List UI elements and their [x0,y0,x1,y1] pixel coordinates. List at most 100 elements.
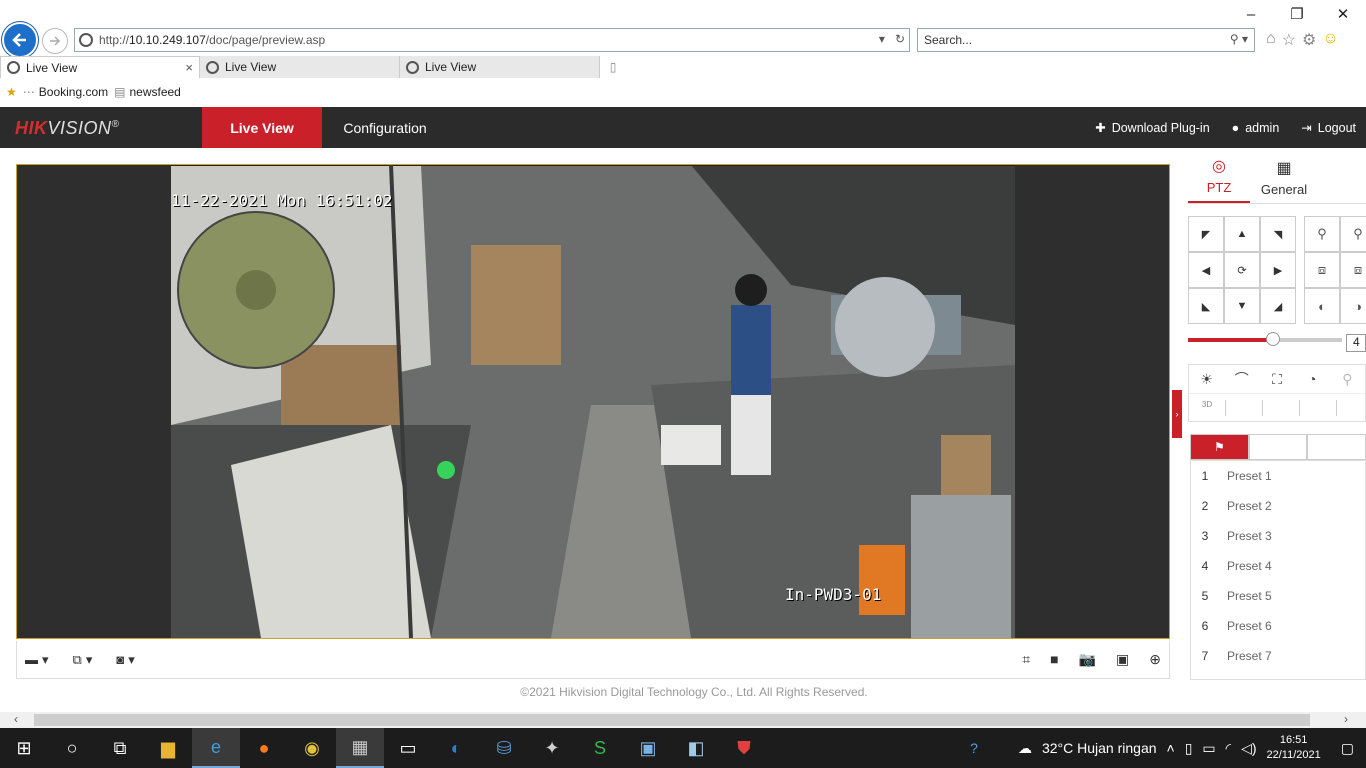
file-explorer-icon[interactable]: ▆ [144,728,192,768]
app-window-icon[interactable]: ▣ [624,728,672,768]
favorites-star-icon[interactable]: ☆ [1282,30,1296,50]
battery-icon[interactable]: ▭ [1202,740,1215,757]
weather-text[interactable]: 32°C Hujan ringan [1042,740,1157,756]
left-button[interactable]: ◀ [1188,252,1224,288]
preset-tab[interactable]: ⚑ [1190,434,1249,460]
wifi-icon[interactable]: ◜ [1226,740,1231,757]
patrol-tab[interactable] [1248,434,1308,460]
search-box[interactable]: Search... ⚲ ▾ [917,28,1255,52]
spreadsheet-app-icon[interactable]: S [576,728,624,768]
tab-live-view-2[interactable]: Live View [200,56,400,78]
close-button[interactable]: ✕ [1320,0,1366,28]
zoom-in-icon[interactable]: ⚲ [1340,216,1366,252]
notification-icon[interactable]: ▢ [1341,740,1354,757]
download-plugin-link[interactable]: ✚ Download Plug-in [1095,120,1209,136]
down-button[interactable]: ▼ [1224,288,1260,324]
logout-link[interactable]: ⇥ Logout [1301,120,1356,136]
remote-desktop-icon[interactable]: ⛁ [480,728,528,768]
capture-camera-icon[interactable]: 📷 [1079,651,1096,668]
manual-tracking-icon[interactable]: ⚲ [1330,371,1365,388]
preset-item[interactable]: 1 Preset 1 [1191,461,1365,491]
settings-gear-icon[interactable]: ⚙ [1302,30,1316,50]
nav-live-view[interactable]: Live View [202,107,322,148]
search-icon[interactable]: ⚲ ▾ [1230,32,1248,46]
chevron-up-icon[interactable]: ˄ [1167,740,1175,756]
chrome-icon[interactable]: ◉ [288,728,336,768]
focus-far-icon[interactable]: ⧈ [1340,252,1366,288]
pattern-tab[interactable] [1307,434,1366,460]
up-button[interactable]: ▲ [1224,216,1260,252]
3d-positioning-icon[interactable]: 3D [1189,399,1226,416]
refresh-icon[interactable]: ↻ [895,32,905,46]
user-menu[interactable]: ● admin [1232,121,1280,135]
speed-slider-knob[interactable] [1265,332,1280,346]
preset-item[interactable]: 2 Preset 2 [1191,491,1365,521]
horizontal-scrollbar[interactable]: ‹ › [0,712,1366,728]
system-clock[interactable]: 16:51 22/11/2021 [1267,733,1321,763]
task-view-icon[interactable]: ⧉ [96,728,144,768]
device-icon[interactable]: ▯ [1185,740,1193,757]
scroll-left-icon[interactable]: ‹ [14,712,18,726]
stream-type-button[interactable]: ⧉ ▾ [73,652,93,668]
back-button[interactable] [2,22,38,58]
tab-general[interactable]: ▦ General [1250,150,1318,203]
volume-icon[interactable]: ◁) [1241,740,1256,757]
favorite-newsfeed[interactable]: ▤ newsfeed [114,85,181,99]
ptz-speed-slider[interactable] [1188,332,1342,346]
plugin-type-button[interactable]: ◙ ▾ [116,652,134,668]
terminal-icon[interactable]: ▭ [384,728,432,768]
stop-icon[interactable]: ■ [1050,651,1058,668]
preset-item[interactable]: 4 Preset 4 [1191,551,1365,581]
favorite-booking[interactable]: ⋯ Booking.com [23,85,108,99]
firefox-icon[interactable]: ● [240,728,288,768]
nav-configuration[interactable]: Configuration [330,107,440,148]
internet-explorer-icon[interactable]: e [192,728,240,768]
iris-open-icon[interactable]: ◑ [1340,288,1366,324]
wiper-icon[interactable]: ⌒ [1224,369,1259,389]
up-right-button[interactable]: ◥ [1260,216,1296,252]
digital-zoom-icon[interactable]: ⊕ [1149,651,1161,668]
restore-button[interactable]: ❐ [1274,0,1320,28]
address-bar[interactable]: http://10.10.249.107/doc/page/preview.as… [74,28,910,52]
up-left-button[interactable]: ◤ [1188,216,1224,252]
light-icon[interactable]: ☀ [1189,371,1224,388]
record-icon[interactable]: ▣ [1116,651,1129,668]
app-document-icon[interactable]: ◧ [672,728,720,768]
preset-item[interactable]: 5 Preset 5 [1191,581,1365,611]
app-shield-icon[interactable]: ⛊ [720,728,768,768]
lens-init-icon[interactable]: ◔ [1295,371,1330,387]
focus-near-icon[interactable]: ⧈ [1304,252,1340,288]
zoom-out-icon[interactable]: ⚲ [1304,216,1340,252]
start-windows-icon[interactable]: ⊞ [0,728,48,768]
feedback-smiley-icon[interactable]: ☺ [1322,30,1338,50]
dropdown-icon[interactable]: ▾ [879,32,885,46]
right-button[interactable]: ▶ [1260,252,1296,288]
tab-ptz[interactable]: ◎ PTZ [1188,150,1250,203]
preset-item[interactable]: 3 Preset 3 [1191,521,1365,551]
video-window[interactable]: 11-22-2021 Mon 16:51:02 In-PWD3-01 [16,164,1170,639]
crop-icon[interactable]: ⌗ [1022,651,1030,668]
satellite-app-icon[interactable]: ✦ [528,728,576,768]
iris-close-icon[interactable]: ◐ [1304,288,1340,324]
favorites-star-icon[interactable]: ★ [6,85,17,99]
minimize-button[interactable]: – [1228,0,1274,28]
auto-rotate-button[interactable]: ⟳ [1224,252,1260,288]
help-icon[interactable]: ? [970,740,978,756]
scroll-right-icon[interactable]: › [1344,712,1348,726]
auto-focus-icon[interactable]: ⛶ [1259,371,1294,388]
tab-live-view-1[interactable]: Live View × [0,56,200,78]
close-tab-icon[interactable]: × [185,60,193,75]
window-layout-button[interactable]: ▬ ▾ [25,652,49,668]
down-left-button[interactable]: ◣ [1188,288,1224,324]
down-right-button[interactable]: ◢ [1260,288,1296,324]
collapse-panel-button[interactable]: › [1172,390,1182,438]
new-tab-button[interactable]: ▯ [602,56,624,78]
preset-item[interactable]: 7 Preset 7 [1191,641,1365,671]
tab-live-view-3[interactable]: Live View [400,56,600,78]
scroll-thumb[interactable] [34,714,1310,726]
preset-item[interactable]: 6 Preset 6 [1191,611,1365,641]
home-icon[interactable]: ⌂ [1266,30,1276,50]
app-blue-circle-icon[interactable]: ◐ [432,728,480,768]
cortana-search-icon[interactable]: ○ [48,728,96,768]
forward-button[interactable] [42,28,68,54]
